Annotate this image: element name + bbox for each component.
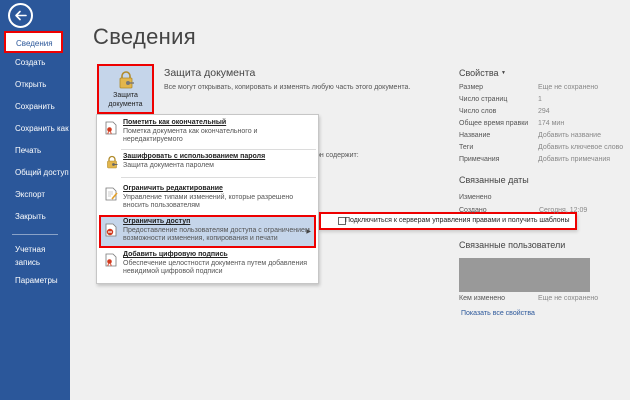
submenu-arrow-icon: ▶ xyxy=(306,229,311,235)
lock-key-icon xyxy=(119,71,134,89)
nav-new[interactable]: Создать xyxy=(0,52,70,74)
protect-heading: Защита документа xyxy=(164,67,256,79)
digital-signature-icon xyxy=(105,253,117,267)
backstage-sidebar: Сведения Создать Открыть Сохранить Сохра… xyxy=(0,0,70,400)
inspect-partial-text: он содержит: xyxy=(316,152,359,159)
nav-save[interactable]: Сохранить xyxy=(0,96,70,118)
protect-description: Все могут открывать, копировать и изменя… xyxy=(164,84,411,91)
menu-divider xyxy=(121,177,316,178)
menu-item-restrict-access[interactable]: Ограничить доступ Предоставление пользов… xyxy=(99,215,316,248)
nav-export[interactable]: Экспорт xyxy=(0,184,70,206)
menu-item-title: Ограничить доступ xyxy=(123,218,191,225)
property-row: Число страниц 1 xyxy=(459,96,542,103)
properties-heading[interactable]: Свойства ▼ xyxy=(459,68,506,78)
back-arrow-icon[interactable] xyxy=(8,3,33,28)
final-document-icon xyxy=(105,121,117,135)
modified-by-row: Кем изменено Еще не сохранено xyxy=(459,295,599,302)
menu-item-title: Зашифровать с использованием пароля xyxy=(123,153,266,160)
nav-info[interactable]: Сведения xyxy=(4,31,63,53)
add-comments-field[interactable]: Добавить примечания xyxy=(538,156,610,163)
nav-close[interactable]: Закрыть xyxy=(0,206,70,228)
property-row: Размер Еще не сохранено xyxy=(459,84,599,91)
nav-options[interactable]: Параметры xyxy=(0,270,70,292)
related-people-heading: Связанные пользователи xyxy=(459,240,566,250)
menu-divider xyxy=(121,149,316,150)
nav-share[interactable]: Общий доступ xyxy=(0,162,70,184)
menu-item-mark-final[interactable]: Пометить как окончательный Пометка докум… xyxy=(99,117,316,147)
property-row: Название Добавить название xyxy=(459,132,601,139)
restrict-access-icon xyxy=(105,223,117,237)
date-row: Создано Сегодня, 12:09 xyxy=(459,207,588,214)
related-dates-heading: Связанные даты xyxy=(459,175,529,185)
menu-item-desc: Предоставление пользователям доступа с о… xyxy=(123,227,310,243)
restrict-editing-icon xyxy=(105,187,118,201)
property-row: Число слов 294 xyxy=(459,108,550,115)
nav-open[interactable]: Открыть xyxy=(0,74,70,96)
lock-key-icon xyxy=(107,155,118,169)
property-row: Теги Добавить ключевое слово xyxy=(459,144,624,151)
menu-item-restrict-editing[interactable]: Ограничить редактирование Управление тип… xyxy=(99,183,316,215)
menu-item-title: Добавить цифровую подпись xyxy=(123,251,228,258)
menu-item-desc: Обеспечение целостности документа путем … xyxy=(123,260,308,276)
chevron-down-icon: ▼ xyxy=(501,70,506,76)
nav-save-as[interactable]: Сохранить как xyxy=(0,118,70,140)
menu-item-desc: Пометка документа как окончательного и н… xyxy=(123,128,258,144)
property-row: Примечания Добавить примечания xyxy=(459,156,611,163)
add-tag-field[interactable]: Добавить ключевое слово xyxy=(538,144,623,151)
page-title: Сведения xyxy=(93,24,196,49)
show-all-properties-link[interactable]: Показать все свойства xyxy=(461,310,535,317)
date-row: Изменено xyxy=(459,194,492,201)
add-title-field[interactable]: Добавить название xyxy=(538,132,601,139)
menu-item-title: Пометить как окончательный xyxy=(123,119,227,126)
property-row: Общее время правки 174 мин xyxy=(459,120,565,127)
nav-print[interactable]: Печать xyxy=(0,140,70,162)
menu-item-digital-signature[interactable]: Добавить цифровую подпись Обеспечение це… xyxy=(99,249,316,282)
menu-item-desc: Управление типами изменений, которые раз… xyxy=(123,194,294,210)
author-redacted-block xyxy=(459,258,590,292)
protect-document-label: Защита документа xyxy=(108,92,143,108)
protect-dropdown-menu: Пометить как окончательный Пометка докум… xyxy=(96,114,319,284)
menu-item-desc: Защита документа паролем xyxy=(123,162,214,169)
menu-item-encrypt[interactable]: Зашифровать с использованием пароля Защи… xyxy=(99,151,316,175)
menu-item-title: Ограничить редактирование xyxy=(123,185,223,192)
nav-divider xyxy=(12,234,58,235)
protect-document-button[interactable]: Защита документа xyxy=(97,64,154,114)
